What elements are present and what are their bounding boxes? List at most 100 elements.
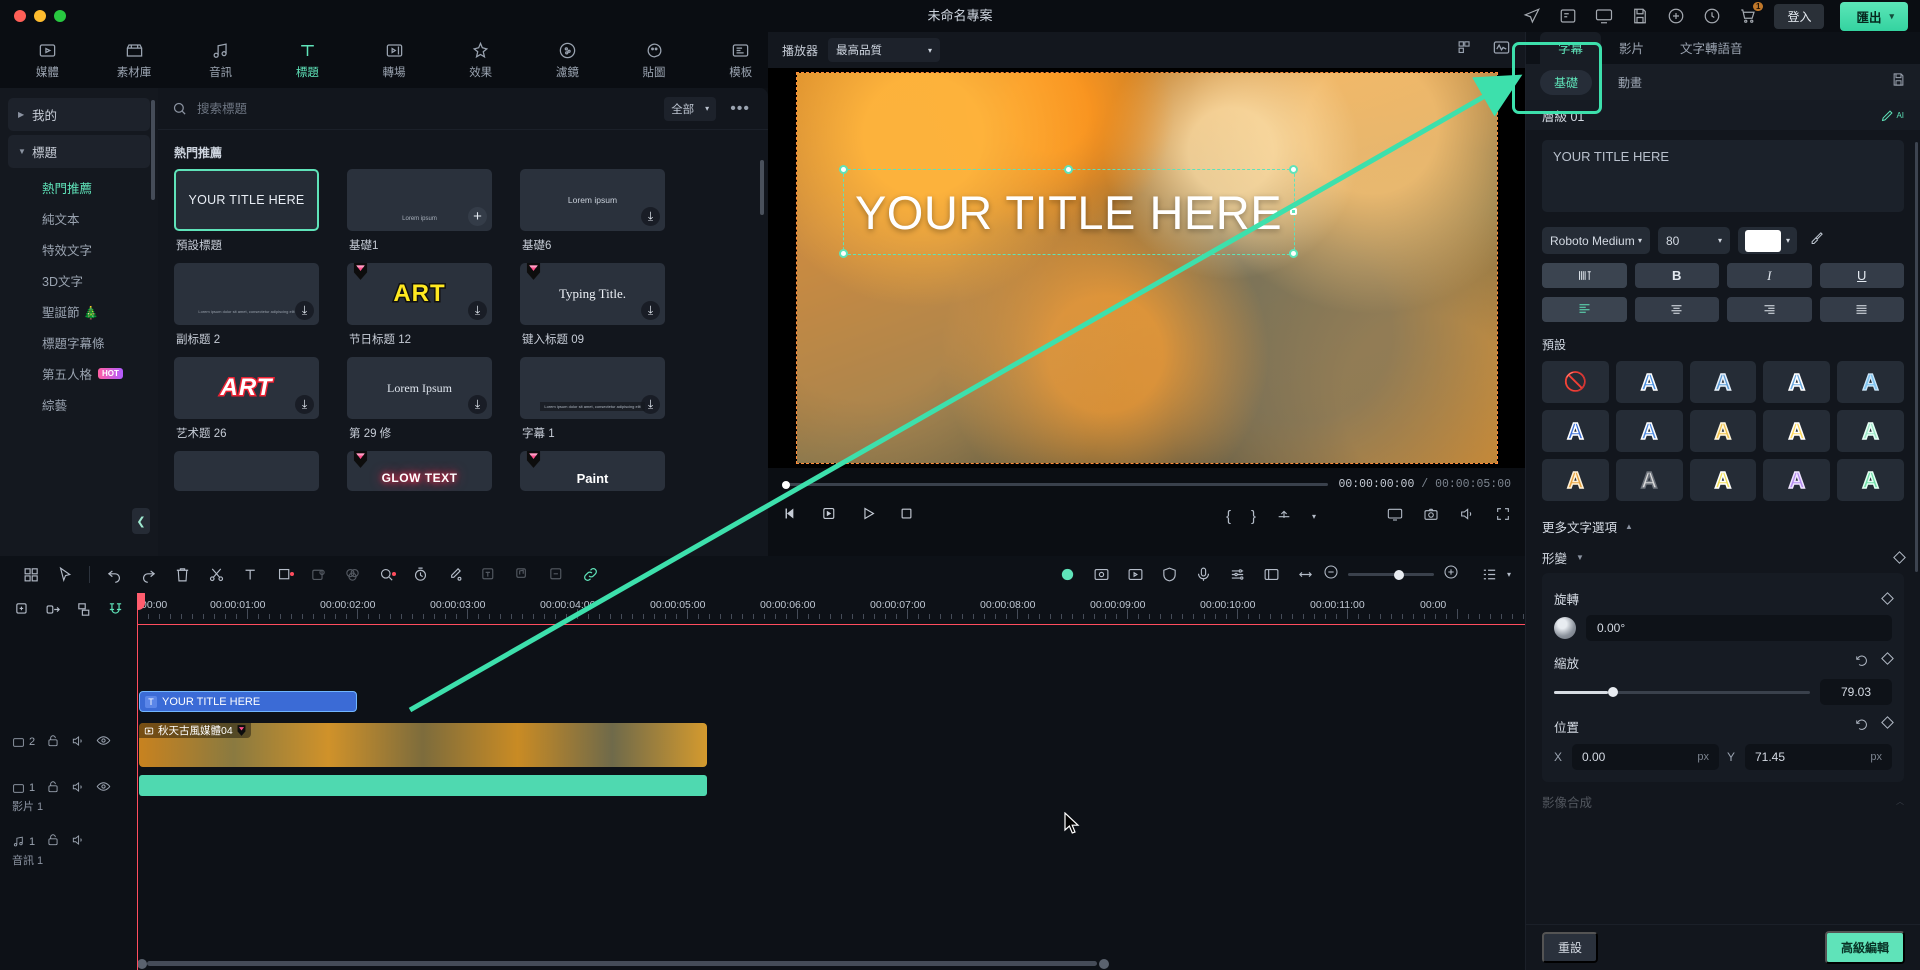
playhead[interactable] — [137, 593, 145, 970]
track-mute-icon[interactable] — [71, 780, 85, 797]
compositing-row[interactable]: 影像合成 ︿ — [1542, 792, 1904, 811]
send-icon[interactable] — [1522, 6, 1542, 26]
download-icon[interactable]: ⤓ — [468, 301, 487, 320]
delete-icon[interactable] — [165, 566, 199, 583]
arrange-tracks-icon[interactable] — [76, 601, 93, 623]
redo-icon[interactable] — [131, 566, 165, 583]
cloud-icon[interactable] — [1666, 6, 1686, 26]
preset-cell[interactable]: A — [1837, 459, 1904, 501]
monitor-icon[interactable] — [1594, 6, 1614, 26]
zoom-slider[interactable] — [1347, 569, 1434, 580]
chip-animation[interactable]: 動畫 — [1604, 70, 1656, 95]
audio-detach-icon[interactable] — [505, 566, 539, 583]
tab-subtitle[interactable]: 字幕 — [1540, 32, 1602, 64]
fit-timeline-icon[interactable] — [1289, 566, 1323, 583]
monitor-output-icon[interactable] — [1387, 506, 1403, 527]
letter-spacing-button[interactable] — [1542, 263, 1627, 288]
minimize-window-button[interactable] — [34, 10, 46, 22]
template-thumbnail[interactable] — [174, 451, 319, 491]
chevron-down-icon[interactable]: ▾ — [1507, 570, 1511, 579]
scroll-left-handle[interactable] — [137, 958, 147, 969]
align-right-button[interactable] — [1727, 297, 1812, 322]
timeline-ruler[interactable]: 00:00 00:00:01:00 00:00:02:00 00:00:03:0… — [137, 593, 1525, 625]
scale-slider-handle[interactable] — [1607, 687, 1618, 697]
pos-x-input[interactable]: 0.00 px — [1572, 744, 1719, 770]
rotation-value[interactable]: 0.00° — [1586, 615, 1892, 641]
add-text-icon[interactable] — [233, 566, 267, 583]
microphone-icon[interactable] — [1187, 566, 1221, 583]
track-row-audio[interactable] — [137, 775, 1525, 799]
add-icon[interactable]: + — [468, 207, 487, 226]
quality-dropdown[interactable]: 最高品質 ▾ — [828, 38, 941, 62]
template-card[interactable]: GLOW TEXT — [347, 451, 492, 491]
track-lock-icon[interactable] — [46, 734, 60, 751]
download-icon[interactable]: ⤓ — [641, 301, 660, 320]
nav-scrollbar[interactable] — [151, 100, 155, 200]
more-text-options-row[interactable]: 更多文字選項 ▲ — [1542, 517, 1904, 536]
tab-stock-library[interactable]: 素材庫 — [107, 41, 162, 80]
color-picker-icon[interactable] — [437, 566, 471, 583]
library-scrollbar[interactable] — [760, 160, 764, 215]
timeline-hscrollbar[interactable] — [137, 958, 1517, 969]
preset-cell[interactable]: A — [1615, 361, 1683, 403]
preset-cell[interactable]: A — [1763, 361, 1831, 403]
link-icon[interactable] — [573, 566, 607, 583]
seek-bar[interactable] — [782, 480, 1329, 489]
template-card[interactable]: Lorem Ipsum ⤓ 第 29 修 — [347, 357, 492, 441]
preview-title-text[interactable]: YOUR TITLE HERE — [845, 169, 1293, 255]
advanced-edit-button[interactable]: 高級編輯 — [1824, 931, 1905, 964]
stop-button[interactable] — [899, 506, 914, 526]
preset-cell[interactable]: A — [1837, 410, 1904, 452]
more-options-icon[interactable]: ••• — [726, 100, 754, 118]
track-row-text[interactable]: T YOUR TITLE HERE — [137, 689, 1525, 717]
ai-audio-icon[interactable] — [369, 566, 403, 583]
template-thumbnail[interactable]: GLOW TEXT — [347, 451, 492, 491]
group-tracks-icon[interactable] — [45, 601, 62, 623]
preset-cell[interactable]: A — [1689, 410, 1757, 452]
save-icon[interactable] — [1630, 6, 1650, 26]
preset-cell[interactable]: A — [1837, 361, 1904, 403]
snapshot-icon[interactable] — [1423, 506, 1439, 527]
layout-grid-icon[interactable] — [14, 566, 48, 583]
video-frame[interactable]: YOUR TITLE HERE — [795, 72, 1498, 464]
color-match-icon[interactable] — [335, 566, 369, 583]
preview-stage[interactable]: YOUR TITLE HERE — [768, 68, 1525, 468]
tab-media[interactable]: 媒體 — [20, 41, 75, 80]
keyframe-icon[interactable] — [1893, 551, 1906, 564]
italic-button[interactable]: I — [1727, 263, 1812, 288]
nav-group-titles[interactable]: ▼ 標題 — [8, 135, 150, 168]
keyframe-icon[interactable] — [1881, 716, 1894, 729]
template-thumbnail[interactable]: Lorem ipsum ⤓ — [520, 169, 665, 231]
template-thumbnail[interactable]: Typing Title. ⤓ — [520, 263, 665, 325]
template-thumbnail[interactable]: Lorem ipsum + — [347, 169, 492, 231]
zoom-in-icon[interactable] — [1443, 564, 1459, 585]
select-tool-icon[interactable] — [48, 566, 82, 583]
export-frame-icon[interactable] — [1276, 506, 1292, 527]
download-icon[interactable]: ⤓ — [468, 395, 487, 414]
crop-icon[interactable] — [267, 566, 301, 583]
motion-tracking-icon[interactable] — [1085, 566, 1119, 583]
align-justify-button[interactable] — [1819, 297, 1904, 322]
render-preview-icon[interactable] — [1051, 566, 1085, 583]
properties-scrollbar[interactable] — [1915, 142, 1918, 572]
sidebar-item-popular[interactable]: 熱門推薦 — [8, 172, 150, 203]
split-icon[interactable] — [199, 566, 233, 583]
maximize-window-button[interactable] — [54, 10, 66, 22]
tab-template[interactable]: 模板 — [713, 41, 768, 80]
color-swatch[interactable] — [1745, 229, 1781, 252]
scale-value[interactable]: 79.03 — [1820, 679, 1892, 705]
preset-cell[interactable]: A — [1763, 410, 1831, 452]
preset-cell[interactable]: A — [1615, 410, 1683, 452]
track-options-icon[interactable] — [1473, 566, 1507, 583]
reset-position-icon[interactable] — [1855, 718, 1869, 735]
video-clip[interactable]: 秋天古風媒體04 — [139, 723, 707, 767]
tab-video[interactable]: 影片 — [1601, 32, 1662, 64]
track-mute-icon[interactable] — [71, 833, 85, 850]
track-visibility-icon[interactable] — [96, 779, 111, 797]
add-track-icon[interactable] — [14, 601, 31, 623]
grid-view-icon[interactable] — [1457, 39, 1474, 61]
chip-basic[interactable]: 基礎 — [1540, 69, 1593, 95]
font-family-dropdown[interactable]: Roboto Medium ▾ — [1542, 227, 1650, 254]
keyframe-icon[interactable] — [1881, 592, 1894, 605]
template-card[interactable] — [174, 451, 319, 491]
